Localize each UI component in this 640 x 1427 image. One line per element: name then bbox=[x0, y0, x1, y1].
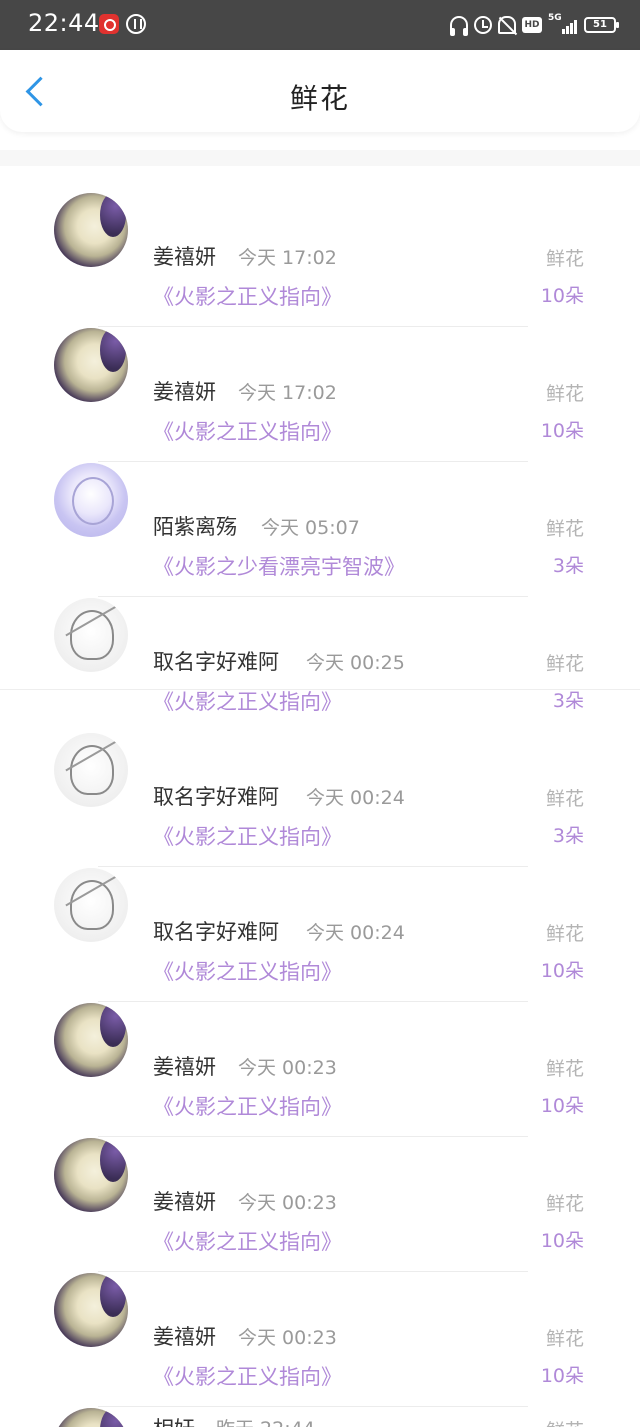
status-time: 22:44 bbox=[28, 9, 100, 37]
book-title[interactable]: 《火影之正义指向》 bbox=[153, 686, 342, 716]
list-item[interactable]: 姜禧妍 今天 00:23 《火影之正义指向》 鲜花 10朵 bbox=[0, 1273, 640, 1408]
user-name: 取名字好难阿 bbox=[153, 785, 279, 809]
flower-list: 姜禧妍 今天 17:02 《火影之正义指向》 鲜花 10朵 姜禧妍 今天 17:… bbox=[0, 150, 640, 1427]
list-item[interactable]: 取名字好难阿 今天 00:25 《火影之正义指向》 鲜花 3朵 bbox=[0, 598, 640, 733]
list-item[interactable]: 姜禧妍 今天 00:23 《火影之正义指向》 鲜花 10朵 bbox=[0, 1138, 640, 1273]
list-item[interactable]: 陌紫离殇 今天 05:07 《火影之少看漂亮宇智波》 鲜花 3朵 bbox=[0, 463, 640, 598]
gift-type: 鲜花 bbox=[545, 1193, 584, 1215]
flower-count: 10朵 bbox=[540, 1095, 584, 1117]
book-title[interactable]: 《火影之少看漂亮宇智波》 bbox=[153, 551, 405, 581]
avatar[interactable] bbox=[54, 193, 128, 267]
list-item[interactable]: 姜禧妍 今天 00:23 《火影之正义指向》 鲜花 10朵 bbox=[0, 1003, 640, 1138]
list-item[interactable]: 取名字好难阿 今天 00:24 《火影之正义指向》 鲜花 10朵 bbox=[0, 868, 640, 1003]
book-title[interactable]: 《火影之正义指向》 bbox=[153, 281, 342, 311]
gift-time: 今天 00:25 bbox=[306, 652, 405, 674]
user-name: 姜禧妍 bbox=[153, 1190, 216, 1214]
user-name: 姜禧妍 bbox=[153, 1325, 216, 1349]
gift-type: 鲜花 bbox=[545, 383, 584, 405]
avatar[interactable] bbox=[54, 1273, 128, 1347]
network-label: 5G bbox=[548, 13, 562, 23]
divider bbox=[98, 866, 528, 867]
mute-icon bbox=[498, 16, 516, 34]
alarm-icon bbox=[474, 16, 492, 34]
headphone-icon bbox=[450, 16, 468, 36]
book-title[interactable]: 《火影之正义指向》 bbox=[153, 1226, 342, 1256]
divider bbox=[98, 461, 528, 462]
gift-type: 鲜花 bbox=[545, 788, 584, 810]
app-notification-icon bbox=[126, 14, 146, 34]
list-item[interactable]: 相奸 昨天 22:44 鲜花 bbox=[0, 1408, 640, 1427]
flower-count: 3朵 bbox=[552, 690, 584, 712]
list-item[interactable]: 姜禧妍 今天 17:02 《火影之正义指向》 鲜花 10朵 bbox=[0, 328, 640, 463]
flower-count: 10朵 bbox=[540, 285, 584, 307]
book-title[interactable]: 《火影之正义指向》 bbox=[153, 821, 342, 851]
flower-count: 3朵 bbox=[552, 555, 584, 577]
flower-count: 3朵 bbox=[552, 825, 584, 847]
gift-type: 鲜花 bbox=[545, 1328, 584, 1350]
gift-time: 今天 00:23 bbox=[238, 1057, 337, 1079]
avatar[interactable] bbox=[54, 1003, 128, 1077]
page-title: 鲜花 bbox=[289, 82, 350, 115]
divider bbox=[98, 1001, 528, 1002]
avatar[interactable] bbox=[54, 868, 128, 942]
divider bbox=[98, 1136, 528, 1137]
gift-type: 鲜花 bbox=[545, 923, 584, 945]
music-app-icon bbox=[99, 14, 119, 34]
book-title[interactable]: 《火影之正义指向》 bbox=[153, 416, 342, 446]
gift-time: 今天 00:23 bbox=[238, 1192, 337, 1214]
gift-time: 今天 17:02 bbox=[238, 247, 337, 269]
status-bar: 22:44 HD 5G 51 bbox=[0, 0, 640, 50]
gift-type: 鲜花 bbox=[545, 653, 584, 675]
user-name: 姜禧妍 bbox=[153, 380, 216, 404]
divider bbox=[98, 1406, 528, 1407]
status-icons: HD 5G 51 bbox=[450, 13, 619, 37]
gift-time: 今天 17:02 bbox=[238, 382, 337, 404]
flower-count: 10朵 bbox=[540, 1365, 584, 1387]
avatar[interactable] bbox=[54, 1138, 128, 1212]
user-name: 陌紫离殇 bbox=[153, 515, 237, 539]
book-title[interactable]: 《火影之正义指向》 bbox=[153, 1361, 342, 1391]
divider bbox=[0, 689, 640, 690]
list-item[interactable]: 取名字好难阿 今天 00:24 《火影之正义指向》 鲜花 3朵 bbox=[0, 733, 640, 868]
avatar[interactable] bbox=[54, 598, 128, 672]
header: 鲜花 bbox=[0, 50, 640, 132]
signal-icon: 5G bbox=[548, 13, 578, 35]
list-item[interactable]: 姜禧妍 今天 17:02 《火影之正义指向》 鲜花 10朵 bbox=[0, 193, 640, 328]
user-name: 姜禧妍 bbox=[153, 245, 216, 269]
gift-time: 今天 00:24 bbox=[306, 787, 405, 809]
gift-time: 今天 00:23 bbox=[238, 1327, 337, 1349]
hd-icon: HD bbox=[522, 17, 542, 33]
divider bbox=[98, 1271, 528, 1272]
flower-count: 10朵 bbox=[540, 1230, 584, 1252]
gift-time: 昨天 22:44 bbox=[216, 1414, 315, 1427]
book-title[interactable]: 《火影之正义指向》 bbox=[153, 956, 342, 986]
divider bbox=[98, 326, 528, 327]
gift-type: 鲜花 bbox=[545, 248, 584, 270]
flower-count: 10朵 bbox=[540, 960, 584, 982]
user-name: 取名字好难阿 bbox=[153, 920, 279, 944]
avatar[interactable] bbox=[54, 328, 128, 402]
flower-count: 10朵 bbox=[540, 420, 584, 442]
avatar[interactable] bbox=[54, 463, 128, 537]
user-name: 取名字好难阿 bbox=[153, 650, 279, 674]
book-title[interactable]: 《火影之正义指向》 bbox=[153, 1091, 342, 1121]
gift-type: 鲜花 bbox=[545, 518, 584, 540]
avatar[interactable] bbox=[54, 1408, 128, 1427]
gift-time: 今天 05:07 bbox=[261, 517, 360, 539]
user-name: 姜禧妍 bbox=[153, 1055, 216, 1079]
battery-icon: 51 bbox=[584, 17, 619, 33]
divider bbox=[98, 596, 528, 597]
user-name: 相奸 bbox=[153, 1413, 195, 1427]
gift-time: 今天 00:24 bbox=[306, 922, 405, 944]
avatar[interactable] bbox=[54, 733, 128, 807]
gift-type: 鲜花 bbox=[546, 1416, 584, 1427]
gift-type: 鲜花 bbox=[545, 1058, 584, 1080]
